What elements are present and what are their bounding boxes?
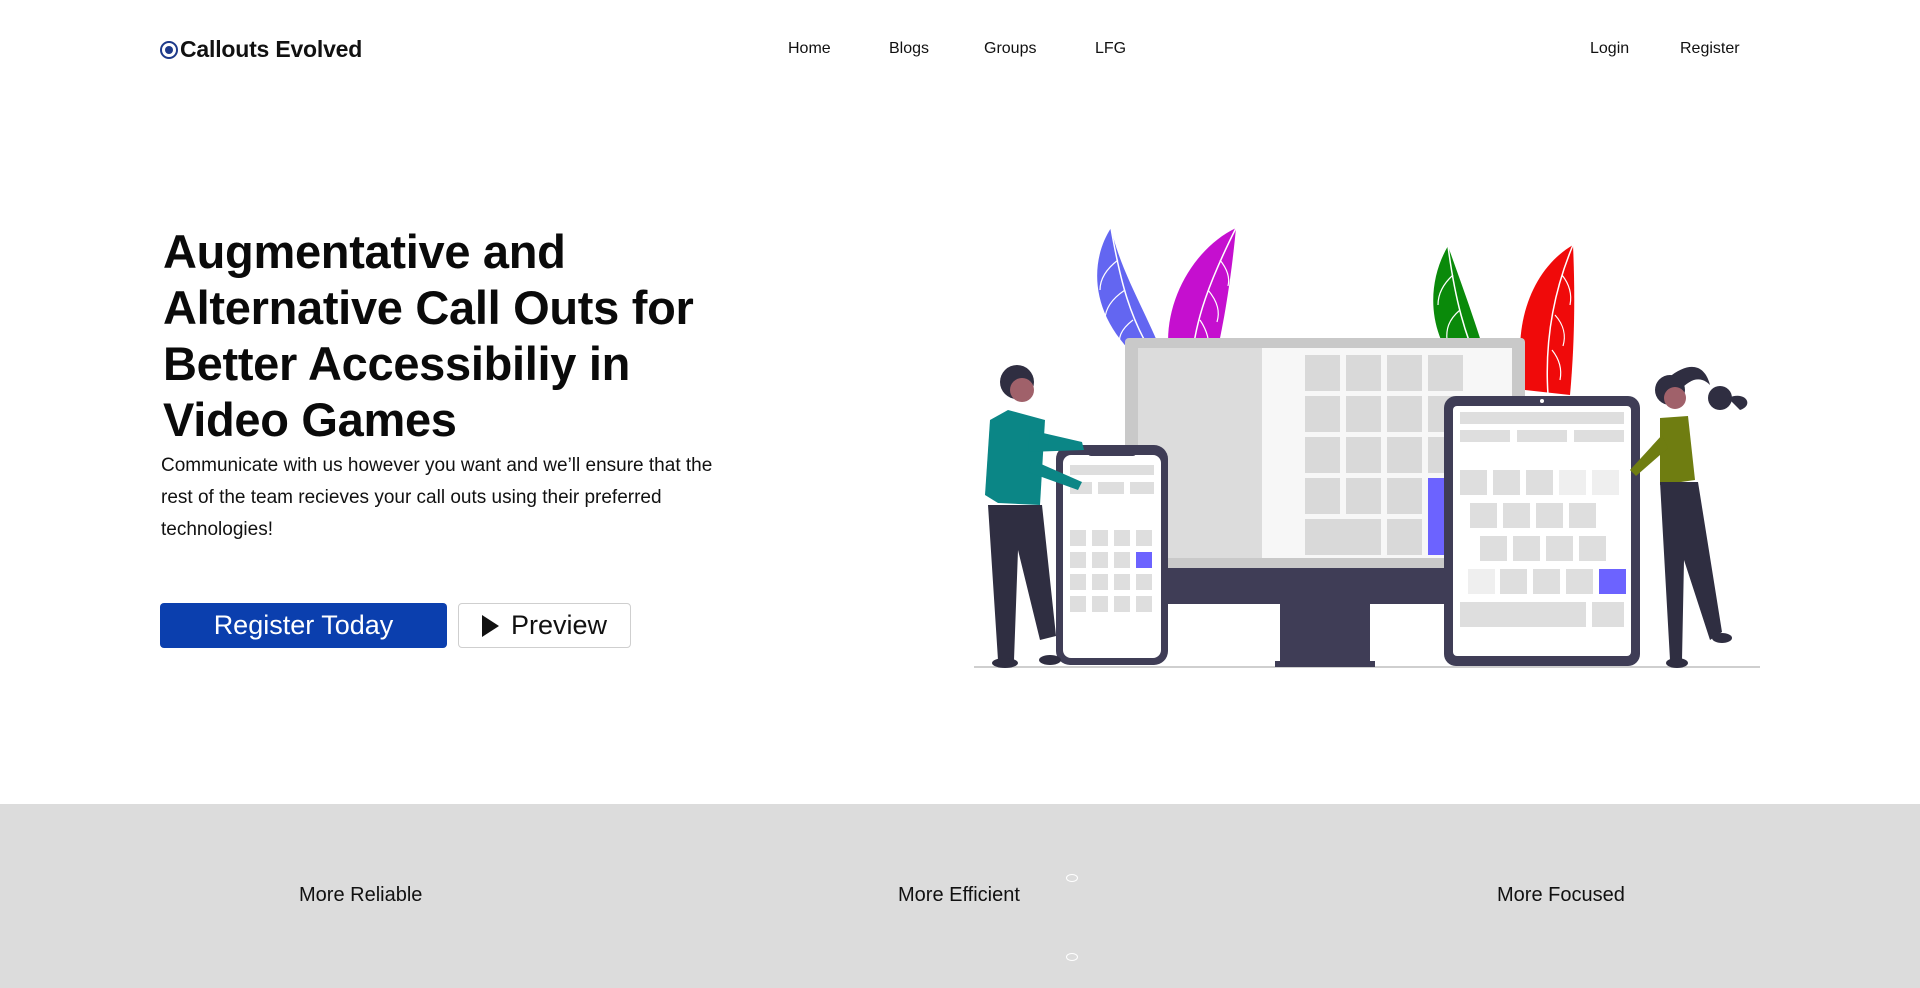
nav-link-lfg[interactable]: LFG [1095, 40, 1126, 58]
feature-more-reliable: More Reliable [299, 884, 423, 906]
register-today-button[interactable]: Register Today [160, 603, 447, 648]
tablet-accent-square [1599, 569, 1626, 594]
nav-link-register[interactable]: Register [1680, 40, 1740, 58]
nav-link-login[interactable]: Login [1590, 40, 1629, 58]
tablet [1444, 396, 1640, 666]
hero-subtitle: Communicate with us however you want and… [161, 455, 713, 540]
feature-more-focused: More Focused [1497, 884, 1625, 906]
play-icon [481, 614, 499, 637]
person-right [1630, 366, 1748, 668]
nav-link-home[interactable]: Home [788, 40, 831, 58]
main-nav: Home Blogs Groups LFG Login Register [0, 40, 1920, 62]
nav-link-blogs[interactable]: Blogs [889, 40, 929, 58]
site-header: Callouts Evolved Home Blogs Groups LFG L… [0, 0, 1920, 100]
hero-title: Augmentative and Alternative Call Outs f… [163, 225, 694, 446]
preview-button[interactable]: Preview [458, 603, 631, 648]
decorative-ring-icon [1066, 953, 1078, 961]
hero-illustration [974, 227, 1760, 668]
preview-button-label: Preview [510, 610, 608, 640]
features-section: More Reliable More Efficient More Focuse… [0, 804, 1920, 988]
phone-accent-square [1136, 552, 1152, 568]
feature-more-efficient: More Efficient [898, 884, 1020, 906]
nav-link-groups[interactable]: Groups [984, 40, 1036, 58]
leaf-red [1520, 244, 1575, 396]
decorative-ring-icon [1066, 874, 1078, 882]
